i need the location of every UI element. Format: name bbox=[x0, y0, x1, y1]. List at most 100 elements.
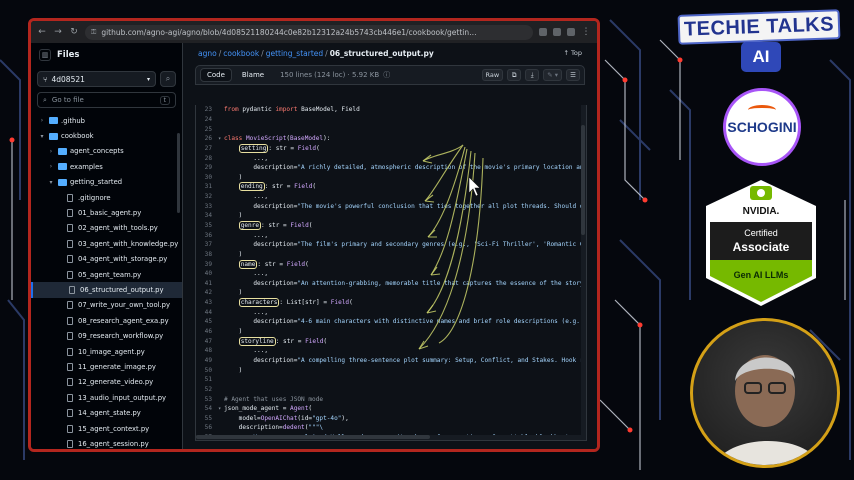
code-token: json_mode_agent = bbox=[224, 405, 291, 413]
line-number[interactable]: 56 bbox=[196, 424, 218, 431]
sidebar-scrollbar[interactable] bbox=[177, 133, 180, 213]
breadcrumb-cookbook[interactable]: cookbook bbox=[223, 49, 259, 58]
copy-icon[interactable]: ⧉ bbox=[507, 69, 522, 81]
tree-folder[interactable]: ▾ getting_started bbox=[31, 175, 182, 190]
tree-file[interactable]: 09_research_workflow.py bbox=[31, 328, 182, 343]
breadcrumb-getting-started[interactable]: getting_started bbox=[266, 49, 323, 58]
tree-item-label: 01_basic_agent.py bbox=[78, 209, 142, 218]
tab-code[interactable]: Code bbox=[200, 68, 232, 82]
line-number[interactable]: 37 bbox=[196, 241, 218, 248]
line-number[interactable]: 26 bbox=[196, 135, 218, 142]
tree-item-label: 13_audio_input_output.py bbox=[78, 393, 167, 402]
line-number[interactable]: 51 bbox=[196, 376, 218, 383]
line-number[interactable]: 32 bbox=[196, 193, 218, 200]
line-number[interactable]: 50 bbox=[196, 367, 218, 374]
tree-file[interactable]: 08_research_agent_exa.py bbox=[31, 313, 182, 328]
tree-file[interactable]: 10_image_agent.py bbox=[31, 344, 182, 359]
tree-file[interactable]: 16_agent_session.py bbox=[31, 436, 182, 449]
highlighted-field-name: name bbox=[238, 259, 258, 269]
tree-file[interactable]: 15_agent_context.py bbox=[31, 421, 182, 436]
code-line: 26 ▾ class MovieScript(BaseModel): bbox=[196, 134, 586, 144]
extension-icon[interactable] bbox=[553, 28, 561, 36]
address-bar[interactable]: ⚿ github.com/agno-agi/agno/blob/4d085211… bbox=[85, 24, 533, 40]
line-number[interactable]: 42 bbox=[196, 289, 218, 296]
line-number[interactable]: 45 bbox=[196, 318, 218, 325]
line-number[interactable]: 23 bbox=[196, 106, 218, 113]
line-number[interactable]: 35 bbox=[196, 222, 218, 229]
tree-folder[interactable]: ▾ cookbook bbox=[31, 128, 182, 143]
tree-item-label: 12_generate_video.py bbox=[78, 378, 154, 387]
line-number[interactable]: 54 bbox=[196, 405, 218, 412]
line-number[interactable]: 24 bbox=[196, 116, 218, 123]
branch-name: 4d08521 bbox=[51, 74, 85, 84]
line-number[interactable]: 43 bbox=[196, 299, 218, 306]
line-number[interactable]: 30 bbox=[196, 174, 218, 181]
line-number[interactable]: 47 bbox=[196, 338, 218, 345]
presenter-webcam bbox=[690, 318, 840, 468]
tree-file[interactable]: 01_basic_agent.py bbox=[31, 205, 182, 220]
file-icon bbox=[67, 270, 73, 279]
line-number[interactable]: 40 bbox=[196, 270, 218, 277]
tree-file[interactable]: .gitignore bbox=[31, 190, 182, 205]
line-number[interactable]: 36 bbox=[196, 232, 218, 239]
line-number[interactable]: 28 bbox=[196, 155, 218, 162]
line-number[interactable]: 27 bbox=[196, 145, 218, 152]
go-to-file-input[interactable]: ⌕ Go to file t bbox=[37, 92, 176, 108]
branch-selector[interactable]: ⑂ 4d08521 ▾ bbox=[37, 71, 156, 87]
line-number[interactable]: 53 bbox=[196, 396, 218, 403]
line-number[interactable]: 38 bbox=[196, 251, 218, 258]
line-number[interactable]: 33 bbox=[196, 203, 218, 210]
code-token: ( bbox=[323, 337, 328, 345]
forward-arrow-icon[interactable]: → bbox=[53, 27, 63, 37]
top-link[interactable]: ↑ Top bbox=[564, 49, 582, 57]
tree-folder[interactable]: › .github bbox=[31, 113, 182, 128]
tree-folder[interactable]: › examples bbox=[31, 159, 182, 174]
line-number[interactable]: 25 bbox=[196, 126, 218, 133]
tree-file[interactable]: 07_write_your_own_tool.py bbox=[31, 298, 182, 313]
tree-file[interactable]: 05_agent_team.py bbox=[31, 267, 182, 282]
line-number[interactable]: 49 bbox=[196, 357, 218, 364]
line-number[interactable]: 39 bbox=[196, 261, 218, 268]
raw-button[interactable]: Raw bbox=[481, 69, 504, 81]
tree-file[interactable]: 13_audio_input_output.py bbox=[31, 390, 182, 405]
line-number[interactable]: 31 bbox=[196, 183, 218, 190]
breadcrumb-repo[interactable]: agno bbox=[198, 49, 217, 58]
tab-blame[interactable]: Blame bbox=[236, 69, 270, 81]
code-vertical-scrollbar[interactable] bbox=[581, 105, 586, 435]
code-line: 30 ) bbox=[196, 172, 586, 182]
tree-file[interactable]: 02_agent_with_tools.py bbox=[31, 221, 182, 236]
tree-item-label: 10_image_agent.py bbox=[78, 347, 145, 356]
code-token: ( bbox=[308, 222, 313, 229]
search-files-button[interactable]: ⌕ bbox=[160, 71, 176, 87]
tree-file[interactable]: 11_generate_image.py bbox=[31, 359, 182, 374]
edit-icon[interactable]: ✎ ▾ bbox=[543, 69, 562, 81]
download-icon[interactable]: ⤓ bbox=[525, 69, 540, 81]
line-number[interactable]: 55 bbox=[196, 415, 218, 422]
line-number[interactable]: 34 bbox=[196, 212, 218, 219]
line-number[interactable]: 44 bbox=[196, 309, 218, 316]
line-number[interactable]: 46 bbox=[196, 328, 218, 335]
collapse-sidebar-icon[interactable]: ▥ bbox=[39, 49, 51, 61]
info-icon[interactable]: ⓘ bbox=[383, 70, 390, 80]
back-arrow-icon[interactable]: ← bbox=[37, 27, 47, 37]
tree-file[interactable]: 14_agent_state.py bbox=[31, 405, 182, 420]
line-number[interactable]: 48 bbox=[196, 347, 218, 354]
code-token: ..., bbox=[224, 308, 269, 316]
line-number[interactable]: 29 bbox=[196, 164, 218, 171]
tree-file[interactable]: 06_structured_output.py bbox=[31, 282, 182, 298]
tree-item-label: .gitignore bbox=[78, 193, 111, 202]
tree-file[interactable]: 04_agent_with_storage.py bbox=[31, 252, 182, 267]
code-horizontal-scrollbar[interactable] bbox=[196, 435, 586, 440]
tree-folder[interactable]: › agent_concepts bbox=[31, 144, 182, 159]
tree-file[interactable]: 03_agent_with_knowledge.py bbox=[31, 236, 182, 251]
line-number[interactable]: 52 bbox=[196, 386, 218, 393]
code-token: ( bbox=[308, 405, 313, 413]
menu-kebab-icon[interactable]: ⋮ bbox=[581, 27, 591, 37]
extension-icon[interactable] bbox=[539, 28, 547, 36]
extension-icon[interactable] bbox=[567, 28, 575, 36]
symbols-panel-icon[interactable]: ☰ bbox=[566, 69, 580, 81]
line-number[interactable]: 41 bbox=[196, 280, 218, 287]
reload-icon[interactable]: ↻ bbox=[69, 27, 79, 37]
code-view[interactable]: 23 from pydantic import BaseModel, Field 2… bbox=[195, 105, 587, 441]
tree-file[interactable]: 12_generate_video.py bbox=[31, 375, 182, 390]
